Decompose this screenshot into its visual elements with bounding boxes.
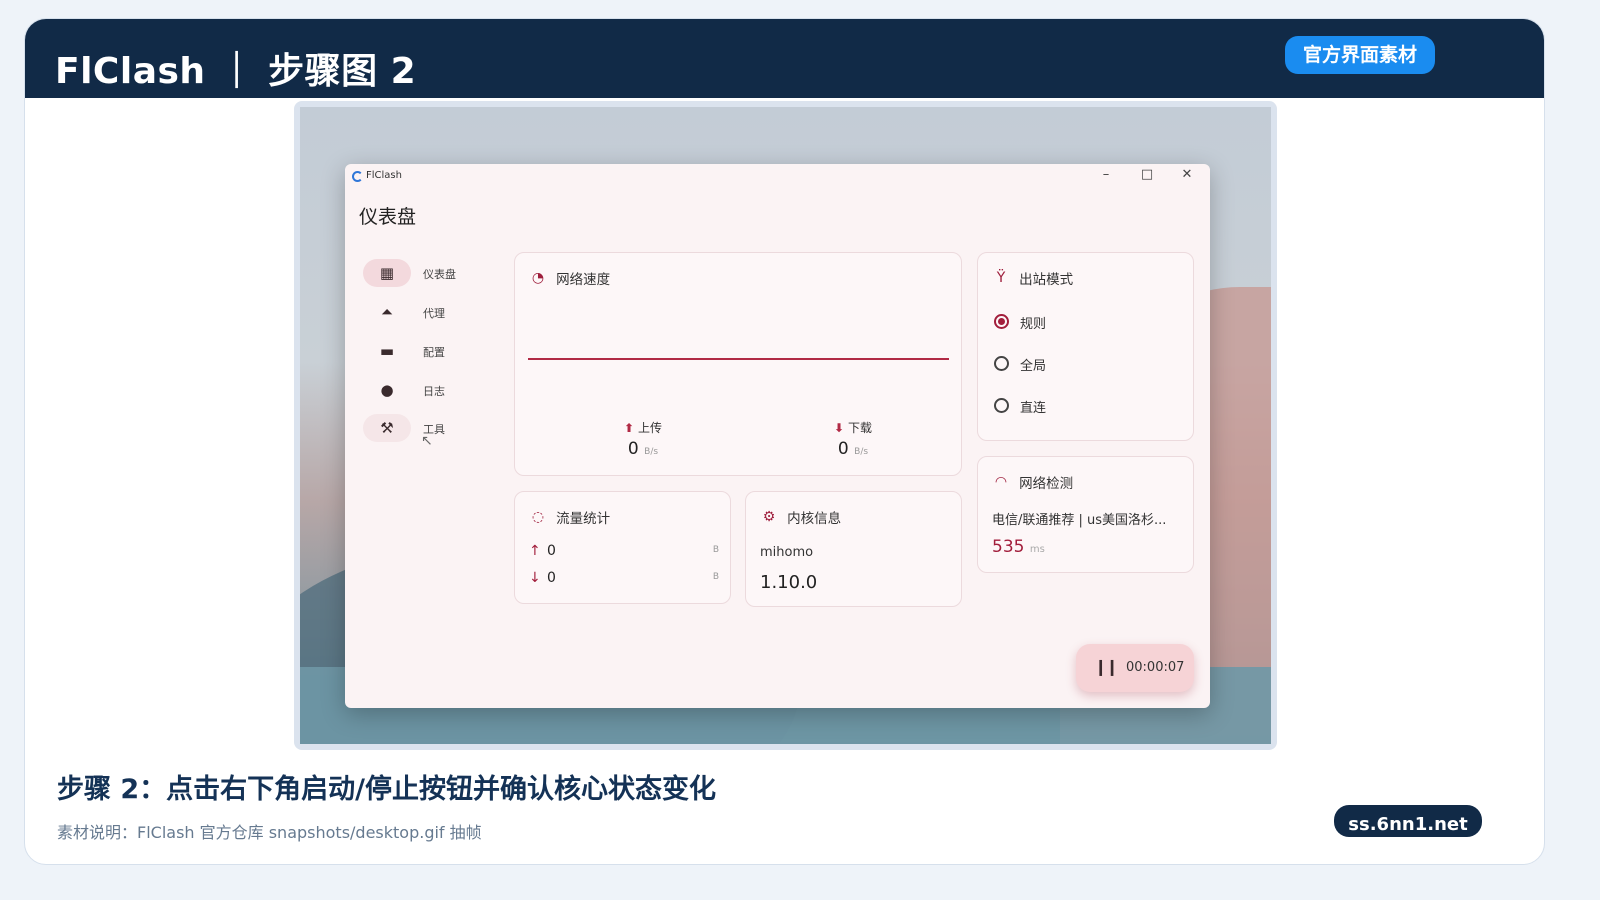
panel-title: 出站模式 (1019, 271, 1074, 288)
circle-chart-icon: ◌ (531, 508, 545, 525)
maximize-button[interactable]: □ (1137, 167, 1157, 182)
radio-label: 规则 (1020, 317, 1047, 332)
nav-item-proxy[interactable]: ⏶ 代理 (363, 298, 463, 326)
close-button[interactable]: ✕ (1177, 167, 1197, 182)
radio-global[interactable]: 全局 (994, 353, 1144, 374)
window-titlebar[interactable]: FlClash – □ ✕ (345, 164, 1210, 190)
desktop-wallpaper: FlClash – □ ✕ 仪表盘 ▦ 仪表盘 ⏶ 代理 ▬ 配置 ● 日志 ⚒… (300, 107, 1271, 744)
arrow-up-icon: ↑ (529, 543, 541, 559)
radio-label: 直连 (1020, 401, 1047, 416)
panel-header: ◔ 网络速度 (529, 267, 611, 288)
network-speed-panel: ◔ 网络速度 ⬆ 上传 0 B/s ⬇ 下载 0 B/s (514, 252, 962, 476)
official-ui-badge: 官方界面素材 (1285, 36, 1435, 74)
download-unit: B/s (854, 447, 869, 457)
nav-label: 代理 (423, 307, 445, 320)
start-stop-button[interactable]: ❙❙ 00:00:07 (1076, 644, 1194, 692)
site-badge: ss.6nn1.net (1334, 805, 1482, 837)
radio-selected-icon (994, 314, 1009, 329)
upload-speed: ⬆ 上传 0 B/s (583, 419, 703, 459)
radio-unselected-icon (994, 398, 1009, 413)
panel-header: Ϋ 出站模式 (992, 267, 1074, 288)
traffic-download-value: 0 (547, 570, 556, 586)
panel-title: 网络检测 (1019, 475, 1074, 492)
download-arrow-icon: ⬇ (834, 421, 845, 435)
chip-icon: ⚙ (762, 508, 776, 525)
nav-label: 日志 (423, 385, 445, 398)
slide-card: FlClash ｜ 步骤图 2 官方界面素材 FlClash – □ ✕ 仪表盘… (24, 18, 1545, 865)
upload-label: 上传 (637, 421, 662, 435)
traffic-upload-unit: B (712, 545, 719, 555)
fork-icon: Ϋ (996, 269, 1006, 286)
panel-header: ⚙ 内核信息 (760, 506, 842, 527)
run-timer: 00:00:07 (1126, 660, 1185, 675)
delay-value: 535 (992, 537, 1025, 557)
rocket-icon: ⏶ (380, 303, 393, 321)
step-title: 步骤 2：点击右下角启动/停止按钮并确认核心状态变化 (57, 774, 717, 805)
panel-header: ◌ 流量统计 (529, 506, 611, 527)
panel-title: 流量统计 (556, 510, 611, 527)
traffic-upload-value: 0 (547, 543, 556, 559)
radio-label: 全局 (1020, 359, 1047, 374)
radio-rule[interactable]: 规则 (994, 311, 1144, 332)
traffic-download-unit: B (712, 572, 719, 582)
nav-item-config[interactable]: ▬ 配置 (363, 337, 463, 365)
flclash-logo-icon (352, 171, 363, 182)
flclash-window: FlClash – □ ✕ 仪表盘 ▦ 仪表盘 ⏶ 代理 ▬ 配置 ● 日志 ⚒… (345, 164, 1210, 708)
tools-icon: ⚒ (380, 419, 394, 437)
minimize-button[interactable]: – (1096, 167, 1116, 182)
page-title: 仪表盘 (359, 206, 417, 228)
radio-direct[interactable]: 直连 (994, 395, 1144, 416)
bug-icon: ● (380, 381, 394, 399)
nav-item-logs[interactable]: ● 日志 (363, 376, 463, 404)
panel-title: 内核信息 (787, 510, 842, 527)
radio-unselected-icon (994, 356, 1009, 371)
traffic-upload-row: ↑ 0 B (529, 543, 719, 559)
folder-icon: ▬ (379, 342, 395, 360)
upload-arrow-icon: ⬆ (624, 421, 635, 435)
pause-icon: ❙❙ (1094, 657, 1119, 676)
core-name: mihomo (760, 545, 814, 560)
core-info-panel: ⚙ 内核信息 mihomo 1.10.0 (745, 491, 962, 607)
delay-unit: ms (1029, 544, 1045, 555)
traffic-download-row: ↓ 0 B (529, 570, 719, 586)
panel-header: ◠ 网络检测 (992, 471, 1074, 492)
header-banner: FlClash ｜ 步骤图 2 官方界面素材 (25, 19, 1544, 98)
download-value: 0 (837, 439, 849, 459)
nav-label: 配置 (423, 346, 445, 359)
speedometer-icon: ◔ (531, 269, 545, 286)
panel-title: 网络速度 (556, 271, 611, 288)
nav-item-dashboard[interactable]: ▦ 仪表盘 (363, 259, 463, 287)
banner-title: FlClash ｜ 步骤图 2 (55, 51, 417, 92)
current-node: 电信/联通推荐 | us美国洛杉... (992, 513, 1167, 528)
screenshot-frame: FlClash – □ ✕ 仪表盘 ▦ 仪表盘 ⏶ 代理 ▬ 配置 ● 日志 ⚒… (294, 101, 1277, 750)
arrow-down-icon: ↓ (529, 570, 541, 586)
network-check-panel[interactable]: ◠ 网络检测 电信/联通推荐 | us美国洛杉... 535 ms (977, 456, 1194, 573)
download-speed: ⬇ 下载 0 B/s (793, 419, 913, 459)
traffic-stats-panel: ◌ 流量统计 ↑ 0 B ↓ 0 B (514, 491, 731, 604)
speed-chart-line (528, 358, 949, 360)
window-title: FlClash (366, 170, 402, 181)
mouse-cursor-icon: ↖ (421, 433, 433, 449)
nav-label: 仪表盘 (423, 268, 456, 281)
core-version: 1.10.0 (760, 572, 818, 593)
nav-item-tools[interactable]: ⚒ 工具 (363, 414, 463, 442)
upload-value: 0 (627, 439, 639, 459)
outbound-mode-panel: Ϋ 出站模式 规则 全局 直连 (977, 252, 1194, 441)
wifi-icon: ◠ (994, 473, 1008, 490)
download-label: 下载 (847, 421, 872, 435)
upload-unit: B/s (644, 447, 659, 457)
step-note: 素材说明：FlClash 官方仓库 snapshots/desktop.gif … (57, 823, 482, 842)
dashboard-icon: ▦ (379, 264, 395, 282)
